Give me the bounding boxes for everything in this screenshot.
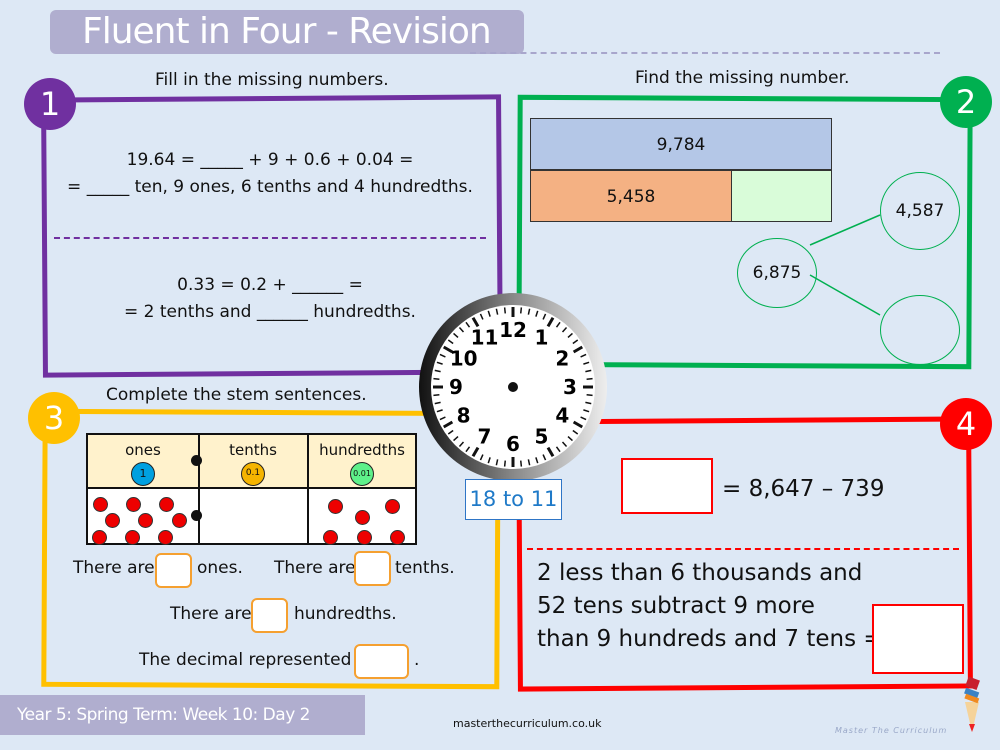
footer-label: Year 5: Spring Term: Week 10: Day 2 xyxy=(0,695,365,735)
part-whole-part2-empty[interactable] xyxy=(880,295,960,365)
clock-tick xyxy=(519,307,523,314)
column-tenths: tenths xyxy=(229,441,277,459)
clock-tick xyxy=(433,393,440,397)
clock-tick xyxy=(586,377,593,381)
q4-number-badge: 4 xyxy=(940,398,992,450)
clock-tick xyxy=(503,460,507,467)
answer-box-decimal[interactable] xyxy=(354,644,409,679)
clock-number: 11 xyxy=(471,326,499,350)
title-divider xyxy=(470,52,940,54)
q4-answer-box-1[interactable] xyxy=(621,458,713,514)
q4-line2: 52 tens subtract 9 more xyxy=(537,593,815,619)
stem-2-text: There are xyxy=(274,558,356,578)
stem-4-text: The decimal represented is xyxy=(139,650,371,670)
part-whole-whole: 6,875 xyxy=(737,238,817,308)
clock-caption: 18 to 11 xyxy=(465,479,562,520)
ones-dot xyxy=(93,497,108,512)
ones-dot xyxy=(105,513,120,528)
clock-number: 2 xyxy=(555,347,569,371)
q4-line3: than 9 hundreds and 7 tens = xyxy=(537,626,883,652)
ones-dot xyxy=(138,513,153,528)
clock-number: 12 xyxy=(499,318,527,342)
clock-number: 4 xyxy=(555,404,569,428)
clock-number: 1 xyxy=(535,326,549,350)
hundredths-dot xyxy=(357,530,372,545)
ones-dot xyxy=(158,530,173,545)
counter-tenths: 0.1 xyxy=(241,462,265,486)
clock-number: 8 xyxy=(457,404,471,428)
answer-box-ones[interactable] xyxy=(155,553,192,588)
stem-2-suffix: tenths. xyxy=(395,558,455,578)
hundredths-dot xyxy=(355,510,370,525)
ones-dot xyxy=(126,497,141,512)
clock-number: 9 xyxy=(449,375,463,399)
hundredths-dot xyxy=(385,499,400,514)
page-title: Fluent in Four - Revision xyxy=(50,10,524,54)
clock-tick xyxy=(519,460,523,467)
ones-dot xyxy=(92,530,107,545)
stem-1-suffix: ones. xyxy=(197,558,243,578)
ones-dot xyxy=(159,497,174,512)
clock-number: 6 xyxy=(506,432,520,456)
q1-line1: 19.64 = _____ + 9 + 0.6 + 0.04 = xyxy=(126,150,414,170)
decimal-point xyxy=(191,510,202,521)
stem-4-suffix: . xyxy=(414,650,420,670)
stem-1-text: There are xyxy=(73,558,155,578)
column-ones: ones xyxy=(125,441,161,459)
clock-center xyxy=(508,382,518,392)
q1-number-badge: 1 xyxy=(24,78,76,130)
bar-model-part: 5,458 xyxy=(530,170,732,222)
q4-divider xyxy=(527,548,959,550)
q2-heading: Find the missing number. xyxy=(635,68,850,88)
ones-dot xyxy=(172,513,187,528)
q3-heading: Complete the stem sentences. xyxy=(106,385,367,405)
q1-line2: = _____ ten, 9 ones, 6 tenths and 4 hund… xyxy=(67,177,473,197)
stem-3-text: There are xyxy=(170,604,252,624)
q3-number-badge: 3 xyxy=(28,392,80,444)
column-hundredths: hundredths xyxy=(319,441,405,459)
decimal-point xyxy=(191,455,202,466)
logo-text: Master The Curriculum xyxy=(835,726,948,735)
hundredths-dot xyxy=(328,499,343,514)
q1-divider xyxy=(54,237,486,239)
place-value-chart: ones tenths hundredths 1 0.1 0.01 xyxy=(86,433,417,545)
answer-box-hundredths[interactable] xyxy=(251,598,288,633)
hundredths-dot xyxy=(323,530,338,545)
part-whole-part1: 4,587 xyxy=(880,172,960,250)
ones-dot xyxy=(125,530,140,545)
counter-ones: 1 xyxy=(131,462,155,486)
clock-number: 10 xyxy=(450,347,478,371)
stem-3-suffix: hundredths. xyxy=(294,604,397,624)
analog-clock: 12 12 3 45678 9 1011 xyxy=(419,293,607,481)
pencil-logo-icon xyxy=(964,676,980,732)
clock-number: 7 xyxy=(478,424,492,448)
website-link[interactable]: masterthecurriculum.co.uk xyxy=(453,717,601,730)
q4-equation: = 8,647 – 739 xyxy=(722,476,885,502)
answer-box-tenths[interactable] xyxy=(354,551,391,586)
counter-hundredths: 0.01 xyxy=(350,462,374,486)
clock-tick xyxy=(586,393,593,397)
hundredths-dot xyxy=(390,530,405,545)
q4-answer-box-2[interactable] xyxy=(872,604,964,674)
q1-heading: Fill in the missing numbers. xyxy=(155,70,389,90)
clock-tick xyxy=(503,307,507,314)
q2-number-badge: 2 xyxy=(940,76,992,128)
q4-line1: 2 less than 6 thousands and xyxy=(537,560,863,586)
clock-tick xyxy=(433,377,440,381)
clock-number: 3 xyxy=(563,375,577,399)
clock-number: 5 xyxy=(535,424,549,448)
